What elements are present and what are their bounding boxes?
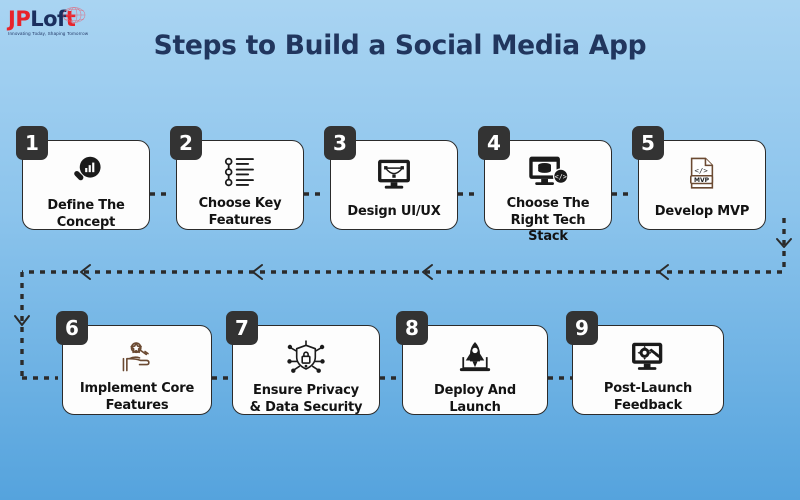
monitor-gear-wrench-icon: [627, 338, 669, 376]
arrow-down-right: [776, 238, 792, 248]
page-title: Steps to Build a Social Media App: [153, 30, 647, 61]
step-card-6-label: Implement Core Features: [79, 381, 195, 413]
step-card-8-label: Deploy And Launch: [434, 383, 516, 415]
brand-l: L: [30, 7, 44, 31]
brand-jp: JP: [8, 7, 31, 31]
step-card-2-label: Choose Key Features: [198, 196, 282, 228]
step-badge-8: 8: [396, 311, 428, 345]
magnifier-bar-chart-icon: [66, 153, 106, 193]
arrow-down-left: [14, 315, 30, 326]
step-card-7-label: Ensure Privacy & Data Security: [249, 383, 363, 415]
step-card-3-label: Design UI/UX: [347, 204, 441, 219]
flow-connectors: [14, 192, 792, 380]
mvp-badge-text: MVP: [694, 177, 710, 184]
step-badge-1: 1: [16, 126, 48, 160]
step-badge-9: 9: [566, 311, 598, 345]
monitor-database-code-icon: </>: [525, 153, 571, 191]
arrow-left-2: [422, 264, 433, 280]
step-card-9-label: Post-Launch Feedback: [603, 381, 693, 413]
globe-icon: [62, 7, 86, 23]
hand-gear-wrench-icon: [115, 338, 159, 376]
step-badge-2: 2: [170, 126, 202, 160]
step-badge-3: 3: [324, 126, 356, 160]
rocket-laptop-icon: [454, 338, 496, 378]
step-badge-6: 6: [56, 311, 88, 345]
arrow-left-4: [80, 264, 91, 280]
brand-o: o: [43, 7, 58, 31]
step-badge-5: 5: [632, 126, 664, 160]
shield-lock-circuit-icon: [284, 338, 328, 378]
arrow-left-1: [658, 264, 669, 280]
step-badge-4: 4: [478, 126, 510, 160]
mvp-code-file-icon: </> MVP: [683, 153, 721, 195]
step-card-4-label: Choose The Right Tech Stack: [506, 196, 590, 244]
step-badge-7: 7: [226, 311, 258, 345]
step-card-5-label: Develop MVP: [654, 204, 750, 219]
monitor-pen-tool-icon: [373, 153, 415, 195]
step-card-1-label: Define The Concept: [47, 198, 125, 230]
svg-text:</>: </>: [695, 166, 709, 175]
checklist-icon: [219, 153, 261, 191]
arrow-left-3: [252, 264, 263, 280]
svg-text:</>: </>: [555, 173, 567, 181]
